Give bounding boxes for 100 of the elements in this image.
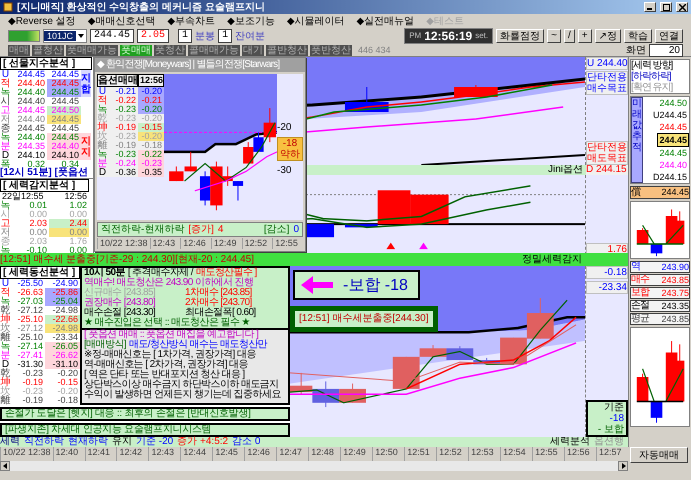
auto-trade-button[interactable]: 자동매매	[630, 447, 688, 463]
toolbar-button[interactable]: 연결	[655, 28, 683, 42]
table-cell: -25.86	[45, 288, 80, 297]
table-header: 22일12:55	[2, 192, 45, 201]
toolbar-button[interactable]: ~	[547, 28, 561, 42]
table-cell-text: -0.23	[114, 132, 137, 141]
toolbar-button[interactable]: ↗정	[594, 28, 621, 42]
table-cell-text: 244.45	[16, 106, 46, 115]
method-label: [매매방식]	[84, 340, 126, 350]
close-button[interactable]	[676, 2, 688, 12]
badge-text: 약하	[280, 149, 300, 160]
clock-time: 12:56:19	[424, 28, 472, 42]
set-label[interactable]: set.	[475, 31, 488, 40]
row-label: 저	[0, 228, 11, 237]
table-cell-text: 0.00	[28, 210, 48, 219]
table-cell-text: -27.12	[16, 306, 44, 315]
table-cell-text: -0.23	[114, 105, 137, 114]
price-field[interactable]: 244.45	[90, 28, 134, 42]
row-label: 시	[0, 97, 11, 106]
table-cell-text: -27.14	[16, 342, 44, 351]
target-value: 243.85	[661, 275, 689, 285]
target-value: 243.90	[661, 262, 689, 272]
maximize-button[interactable]	[660, 2, 672, 12]
triangle-marker	[386, 242, 396, 250]
row-label: 고	[0, 219, 11, 228]
row-label: 乾	[0, 306, 11, 315]
row-label: 녹	[0, 201, 10, 210]
target-label: 보합	[631, 288, 649, 298]
scrollbar[interactable]	[0, 461, 628, 471]
price-label: 1차매수 [243.85]	[185, 288, 253, 298]
screen-field[interactable]: 20	[649, 44, 683, 56]
target-label: 평균	[631, 314, 649, 324]
menu-item[interactable]: ◆Reverse 설정	[8, 14, 76, 28]
menu-item[interactable]: ◆부속차트	[167, 14, 216, 28]
table-cell-text: -0.23	[21, 387, 44, 396]
level-value: 244.50	[658, 97, 688, 109]
level-value: 244.40	[658, 159, 688, 171]
scroll-left-button[interactable]	[0, 461, 10, 471]
menu-item[interactable]: ◆실전매뉴얼	[356, 14, 414, 28]
row-label: 坤	[97, 123, 108, 132]
table-cell-text: -24.98	[51, 306, 79, 315]
row-label: 坎	[0, 324, 11, 333]
table-title: [ 세력동선분석 ]	[0, 266, 80, 279]
row-label: 녹	[0, 133, 11, 142]
row-label: 坎	[97, 132, 108, 141]
toolbar-button[interactable]: +	[578, 28, 592, 42]
candlestick	[339, 383, 366, 404]
summary-label: [증가]	[188, 223, 214, 236]
table-cell: -0.15	[138, 123, 164, 132]
signal-time: 10시 50분	[84, 268, 125, 278]
interval-field[interactable]: 1	[178, 28, 192, 42]
menu-item[interactable]: ◆보조기능	[227, 14, 275, 28]
table-cell: -26.05	[45, 342, 80, 351]
candlestick	[312, 380, 340, 408]
table-cell-text: -25.50	[16, 279, 44, 288]
table-cell-text: -0.19	[114, 141, 137, 150]
table-header: 12:56	[63, 192, 88, 201]
price-label: 신규매수 [243.85]	[84, 288, 156, 298]
toolbar-button[interactable]: 화룔점정	[496, 28, 544, 42]
chart-footer: Jini옵션	[548, 165, 586, 175]
summary-value: 4	[218, 223, 224, 236]
menu-item[interactable]: ◆매매신호선택	[88, 14, 156, 28]
table-title: [ 선물지수분석 ]	[0, 57, 92, 70]
table-cell-text: 244.40	[16, 79, 46, 88]
status-item: 현재하락	[68, 437, 108, 447]
row-label: 離	[0, 333, 11, 342]
callout-text: -보합 -18	[343, 276, 408, 296]
menu-item[interactable]: ◆시뮬레이터	[286, 14, 345, 28]
candlestick	[675, 344, 684, 402]
signal-tag: 대기	[242, 44, 264, 56]
candlestick	[184, 151, 197, 172]
row-label: 분	[0, 351, 11, 360]
left-triangle-icon	[2, 463, 8, 469]
row-label: 녹	[0, 342, 11, 351]
table-cell-text: 1.76	[68, 237, 88, 246]
table-cell-text: -0.22	[114, 96, 137, 105]
table-cell: 244.10	[47, 151, 81, 160]
change-field[interactable]: 2.05	[137, 28, 170, 42]
symbol-dropdown[interactable]: 101JC	[43, 28, 88, 42]
method-text: 매도/청산방식 매수는 매도청산만	[128, 340, 268, 350]
remaining-field[interactable]: 1	[218, 28, 232, 42]
notice-text: [12시 51분] [풋옵션	[0, 168, 93, 179]
chart-label: 단타전용 매수목표	[586, 71, 628, 95]
toolbar-button[interactable]: /	[564, 28, 575, 42]
table-header: 옵션매매	[97, 74, 138, 87]
basis-value: -18	[610, 413, 624, 424]
row-label: D	[2, 151, 10, 160]
signal-tag: 풋매매	[120, 44, 152, 56]
signal-heading: 매도청산필수 ]	[196, 268, 257, 278]
toolbar-button[interactable]: 학습	[624, 28, 652, 42]
table-cell-text: 0.01	[29, 201, 48, 210]
panel-title: [세력 방향]	[631, 60, 674, 71]
table-cell-text: 0.00	[28, 228, 48, 237]
minimize-button[interactable]	[644, 2, 656, 12]
current-value: 244.45	[661, 187, 689, 198]
table-cell-text: -27.41	[16, 351, 44, 360]
table-cell: -0.20	[138, 87, 164, 96]
table-cell-text: -31.30	[16, 360, 44, 369]
scroll-right-button[interactable]	[618, 461, 628, 471]
table-cell-text: 0.00	[68, 210, 88, 219]
